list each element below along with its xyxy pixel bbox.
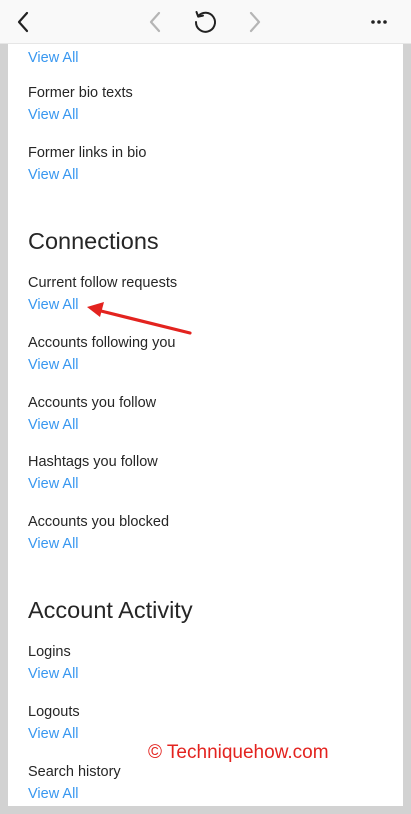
reload-icon bbox=[194, 11, 216, 33]
item-label: Logouts bbox=[28, 704, 80, 720]
logins-item: Logins View All bbox=[28, 642, 79, 684]
former-bio-texts-item: Former bio texts View All bbox=[28, 83, 133, 125]
item-label: Former bio texts bbox=[28, 85, 133, 101]
item-label: Logins bbox=[28, 644, 71, 660]
search-history-item: Search history View All bbox=[28, 762, 121, 804]
previous-page-button[interactable] bbox=[138, 0, 172, 44]
view-all-link[interactable]: View All bbox=[28, 474, 158, 494]
account-activity-heading: Account Activity bbox=[28, 597, 193, 623]
view-all-link[interactable]: View All bbox=[28, 415, 156, 435]
former-links-in-bio-item: Former links in bio View All bbox=[28, 143, 146, 185]
view-all-link[interactable]: View All bbox=[28, 165, 146, 185]
accounts-following-you-item: Accounts following you View All bbox=[28, 333, 176, 375]
item-label: Accounts following you bbox=[28, 335, 176, 351]
watermark-text: © Techniquehow.com bbox=[148, 742, 329, 763]
chevron-left-icon bbox=[149, 11, 161, 33]
view-all-link[interactable]: View All bbox=[28, 295, 177, 315]
chevron-right-icon bbox=[249, 11, 261, 33]
more-options-button[interactable] bbox=[362, 0, 396, 44]
item-label: Hashtags you follow bbox=[28, 454, 158, 470]
item-label: Current follow requests bbox=[28, 275, 178, 291]
next-page-button[interactable] bbox=[238, 0, 272, 44]
item-label: Former links in bio bbox=[28, 145, 147, 161]
list-item: View All bbox=[28, 46, 79, 68]
view-all-link[interactable]: View All bbox=[28, 664, 79, 684]
logouts-item: Logouts View All bbox=[28, 702, 80, 744]
data-download-page: View All Former bio texts View All Forme… bbox=[8, 44, 403, 806]
browser-toolbar bbox=[0, 0, 411, 44]
connections-heading: Connections bbox=[28, 228, 159, 254]
hashtags-you-follow-item: Hashtags you follow View All bbox=[28, 452, 158, 494]
current-follow-requests-item: Current follow requests View All bbox=[28, 273, 177, 315]
view-all-link[interactable]: View All bbox=[28, 105, 133, 125]
chevron-left-icon bbox=[17, 11, 29, 33]
view-all-link[interactable]: View All bbox=[28, 784, 121, 804]
item-label: Search history bbox=[28, 764, 121, 780]
back-button[interactable] bbox=[8, 0, 38, 44]
view-all-link[interactable]: View All bbox=[28, 724, 80, 744]
reload-button[interactable] bbox=[186, 0, 224, 44]
accounts-you-follow-item: Accounts you follow View All bbox=[28, 393, 156, 435]
accounts-you-blocked-item: Accounts you blocked View All bbox=[28, 512, 169, 554]
view-all-link[interactable]: View All bbox=[28, 355, 176, 375]
view-all-link[interactable]: View All bbox=[28, 48, 79, 68]
view-all-link[interactable]: View All bbox=[28, 534, 169, 554]
item-label: Accounts you blocked bbox=[28, 514, 170, 530]
more-horizontal-icon bbox=[371, 20, 387, 24]
item-label: Accounts you follow bbox=[28, 395, 157, 411]
